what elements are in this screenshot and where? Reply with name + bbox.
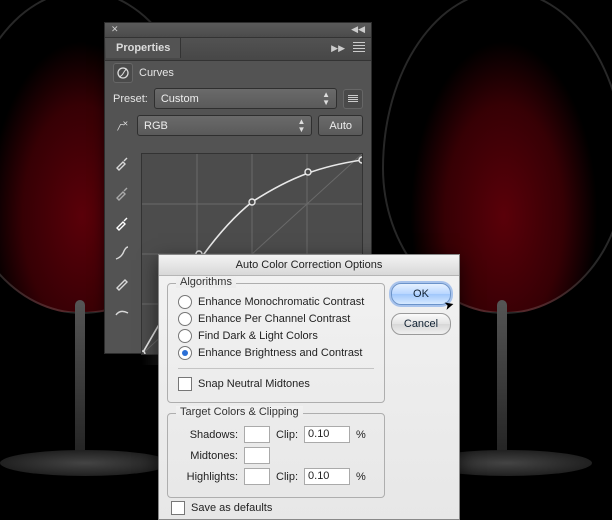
highlights-swatch[interactable] xyxy=(244,468,270,485)
shadows-swatch[interactable] xyxy=(244,426,270,443)
shadows-clip-input[interactable]: 0.10 xyxy=(304,426,350,443)
auto-color-correction-dialog: Auto Color Correction Options OK ➤ Cance… xyxy=(158,254,460,520)
panel-collapse-icon[interactable]: ▶▶ xyxy=(331,43,345,54)
algo-option-label: Enhance Brightness and Contrast xyxy=(198,347,363,359)
algorithms-legend: Algorithms xyxy=(176,276,236,288)
percent-label: % xyxy=(356,429,366,441)
chevron-updown-icon: ▲▼ xyxy=(297,118,305,134)
cancel-label: Cancel xyxy=(404,318,438,330)
panel-titlebar: Properties ▶▶ xyxy=(105,38,371,61)
checkbox-icon xyxy=(171,501,185,515)
shadows-label: Shadows: xyxy=(178,429,238,441)
channel-row: RGB ▲▼ Auto xyxy=(105,112,371,139)
cancel-button[interactable]: Cancel xyxy=(391,313,451,335)
panel-title[interactable]: Properties xyxy=(106,38,181,58)
algorithms-fieldset: Algorithms Enhance Monochromatic Contras… xyxy=(167,283,385,403)
algo-option-3[interactable]: Enhance Brightness and Contrast xyxy=(178,346,374,360)
curves-tool-column xyxy=(111,153,135,323)
adjustment-label: Curves xyxy=(139,67,174,79)
auto-button[interactable]: Auto xyxy=(318,115,363,136)
algo-option-label: Find Dark & Light Colors xyxy=(198,330,318,342)
preset-dropdown[interactable]: Custom ▲▼ xyxy=(154,88,337,109)
eyedropper-white-icon[interactable] xyxy=(111,213,133,233)
panel-tab-strip[interactable]: ✕ ◀◀ xyxy=(105,23,371,38)
algo-option-1[interactable]: Enhance Per Channel Contrast xyxy=(178,312,374,326)
on-image-adjust-icon[interactable] xyxy=(113,117,131,135)
curve-pencil-icon[interactable] xyxy=(111,273,133,293)
save-as-defaults-checkbox[interactable]: Save as defaults xyxy=(171,501,272,515)
targets-fieldset: Target Colors & Clipping Shadows: Clip: … xyxy=(167,413,385,498)
curve-smooth-icon[interactable] xyxy=(111,243,133,263)
clip-label: Clip: xyxy=(276,429,298,441)
percent-label: % xyxy=(356,471,366,483)
snap-neutral-midtones-checkbox[interactable]: Snap Neutral Midtones xyxy=(178,377,374,391)
midtones-label: Midtones: xyxy=(178,450,238,462)
eyedropper-gray-icon[interactable] xyxy=(111,183,133,203)
midtones-swatch[interactable] xyxy=(244,447,270,464)
auto-label: Auto xyxy=(329,120,352,132)
preset-label: Preset: xyxy=(113,93,148,105)
preset-menu-icon[interactable] xyxy=(343,89,363,109)
collapse-icon[interactable]: ✕ xyxy=(111,24,119,35)
targets-legend: Target Colors & Clipping xyxy=(176,406,303,418)
tab-strip-chevron-icon[interactable]: ◀◀ xyxy=(351,24,365,35)
save-defaults-label: Save as defaults xyxy=(191,502,272,514)
highlights-row: Highlights: Clip: 0.10 % xyxy=(178,468,374,485)
channel-dropdown[interactable]: RGB ▲▼ xyxy=(137,115,312,136)
algo-option-label: Enhance Monochromatic Contrast xyxy=(198,296,364,308)
highlights-label: Highlights: xyxy=(178,471,238,483)
ok-button[interactable]: OK ➤ xyxy=(391,283,451,305)
adjustment-header: Curves xyxy=(105,61,371,85)
algo-option-0[interactable]: Enhance Monochromatic Contrast xyxy=(178,295,374,309)
panel-menu-icon[interactable] xyxy=(353,42,365,52)
radio-icon xyxy=(178,329,192,343)
dialog-title: Auto Color Correction Options xyxy=(159,255,459,276)
preset-row: Preset: Custom ▲▼ xyxy=(105,85,371,112)
dialog-button-column: OK ➤ Cancel xyxy=(391,283,451,335)
midtones-row: Midtones: xyxy=(178,447,374,464)
snap-label: Snap Neutral Midtones xyxy=(198,378,310,390)
preset-value: Custom xyxy=(161,93,199,105)
algo-option-label: Enhance Per Channel Contrast xyxy=(198,313,350,325)
shadows-row: Shadows: Clip: 0.10 % xyxy=(178,426,374,443)
radio-icon xyxy=(178,295,192,309)
curves-adjustment-icon[interactable] xyxy=(113,63,133,83)
highlights-clip-input[interactable]: 0.10 xyxy=(304,468,350,485)
clip-label: Clip: xyxy=(276,471,298,483)
channel-value: RGB xyxy=(144,120,168,132)
ok-label: OK xyxy=(413,288,429,300)
radio-icon xyxy=(178,312,192,326)
radio-icon xyxy=(178,346,192,360)
algo-option-2[interactable]: Find Dark & Light Colors xyxy=(178,329,374,343)
checkbox-icon xyxy=(178,377,192,391)
separator xyxy=(178,368,374,369)
chevron-updown-icon: ▲▼ xyxy=(322,91,330,107)
eyedropper-black-icon[interactable] xyxy=(111,153,133,173)
curve-smooth-values-icon[interactable] xyxy=(111,303,133,323)
